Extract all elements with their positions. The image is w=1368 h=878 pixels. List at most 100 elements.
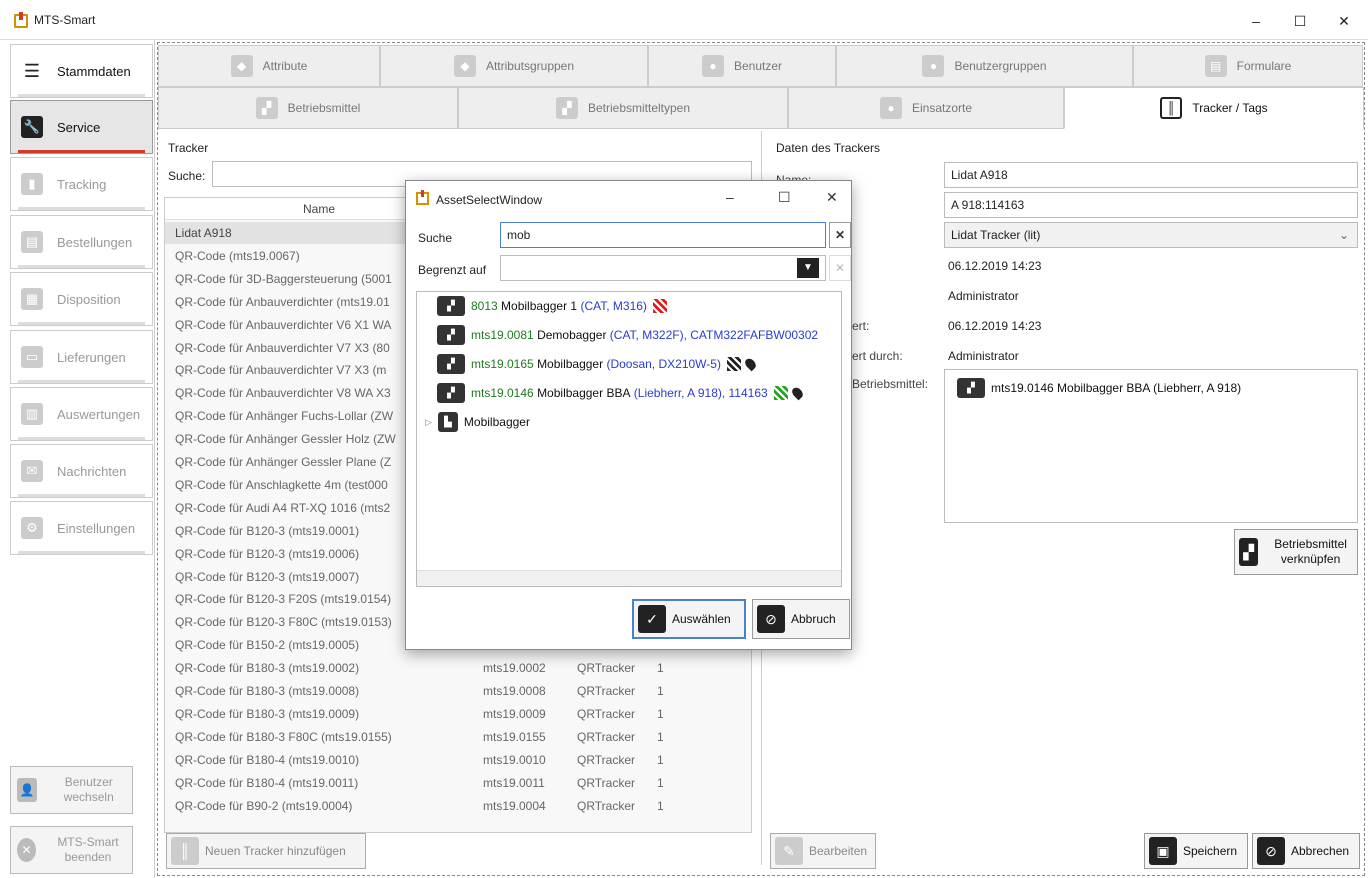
row-type: QRTracker [577, 729, 636, 744]
sidebar-item-bestellungen[interactable]: ▤ Bestellungen [10, 215, 153, 269]
link-asset-button[interactable]: ▞ Betriebsmittel verknüpfen [1234, 529, 1358, 575]
table-row[interactable]: QR-Code für B120-3 (mts19.0007) [175, 566, 359, 588]
horizontal-scrollbar[interactable] [417, 570, 841, 586]
dialog-minimize-button[interactable]: – [726, 189, 734, 205]
tree-item[interactable]: ▞ mts19.0081 Demobagger (CAT, M322F), CAT… [437, 323, 818, 347]
disposition-icon: ▦ [21, 288, 43, 310]
table-row[interactable]: QR-Code (mts19.0067) [175, 245, 300, 267]
table-row[interactable]: QR-Code für Anhänger Gessler Plane (Z [175, 451, 391, 473]
table-row[interactable]: QR-Code für Anbauverdichter V7 X3 (m [175, 359, 386, 381]
tree-item[interactable]: ▞ 8013 Mobilbagger 1 (CAT, M316) [437, 294, 667, 318]
table-row[interactable]: QR-Code für Anhänger Gessler Holz (ZW [175, 428, 396, 450]
table-row[interactable]: QR-Code für B120-3 (mts19.0001) [175, 520, 359, 542]
table-row[interactable]: QR-Code für Anschlagkette 4m (test000 [175, 474, 388, 496]
tab-benutzer[interactable]: ● Benutzer [648, 45, 836, 87]
table-row[interactable]: QR-Code für B180-3 F80C (mts19.0155) [175, 726, 392, 748]
close-button[interactable]: ✕ [1324, 8, 1364, 34]
table-row[interactable]: QR-Code für B180-3 (mts19.0009) [175, 703, 359, 725]
location-pin-icon [743, 356, 758, 372]
dialog-maximize-button[interactable]: ☐ [778, 189, 791, 206]
tab-attribute[interactable]: ◆ Attribute [158, 45, 380, 87]
mail-icon: ✉ [21, 460, 43, 482]
cancel-button[interactable]: ⊘ Abbrechen [1252, 833, 1360, 869]
details-title: Daten des Trackers [776, 141, 881, 155]
dialog-close-button[interactable]: ✕ [826, 189, 838, 206]
changed-label: ert: [852, 319, 870, 333]
add-tracker-button[interactable]: ║ Neuen Tracker hinzufügen [166, 833, 366, 869]
table-row[interactable]: QR-Code für B180-4 (mts19.0010) [175, 749, 359, 771]
tab-formulare[interactable]: ▤ Formulare [1133, 45, 1363, 87]
asset-label: Betriebsmittel: [852, 377, 929, 391]
linked-assets-list[interactable]: ▞ mts19.0146 Mobilbagger BBA (Liebherr, A… [944, 369, 1358, 523]
sidebar-item-auswertungen[interactable]: ▥ Auswertungen [10, 387, 153, 441]
asset-tree[interactable]: ▞ 8013 Mobilbagger 1 (CAT, M316) ▞ mts19.0… [416, 291, 842, 587]
row-count: 1 [657, 752, 664, 767]
sidebar-item-einstellungen[interactable]: ⚙ Einstellungen [10, 501, 153, 555]
edit-button[interactable]: ✎ Bearbeiten [770, 833, 876, 869]
tab-tracker-tags[interactable]: ║ Tracker / Tags [1064, 87, 1364, 129]
quit-button[interactable]: ✕ MTS-Smart beenden [10, 826, 133, 874]
sidebar: ☰ Stammdaten 🔧 Service ▮ Tracking ▤ Bestellu… [0, 40, 155, 878]
table-row[interactable]: QR-Code für B120-3 F80C (mts19.0153) [175, 611, 392, 633]
row-code: mts19.0004 [483, 798, 546, 813]
select-button[interactable]: ✓ Auswählen [632, 599, 746, 639]
table-row[interactable]: QR-Code für Anbauverdichter V6 X1 WA [175, 314, 391, 336]
tree-group[interactable]: ▷ ▙ Mobilbagger [425, 410, 530, 434]
row-code: mts19.0002 [483, 661, 546, 676]
tracker-type-select[interactable]: Lidat Tracker (lit) ⌄ [944, 222, 1358, 248]
table-row[interactable]: QR-Code für Anhänger Fuchs-Lollar (ZW [175, 405, 393, 427]
title-bar: MTS-Smart – ☐ ✕ [0, 0, 1368, 40]
tab-betriebsmittel[interactable]: ▞ Betriebsmittel [158, 87, 458, 129]
sidebar-item-service[interactable]: 🔧 Service [10, 100, 153, 154]
switch-user-button[interactable]: 👤 Benutzer wechseln [10, 766, 133, 814]
clear-search-button[interactable]: ✕ [829, 222, 851, 248]
table-row[interactable]: QR-Code für B180-3 (mts19.0002) [175, 657, 359, 679]
table-row[interactable]: QR-Code für Anbauverdichter (mts19.01 [175, 291, 390, 313]
changed-by-label: ert durch: [852, 349, 903, 363]
table-row[interactable]: QR-Code für B120-3 F20S (mts19.0154) [175, 588, 391, 610]
id-field[interactable]: A 918:114163 [944, 192, 1358, 218]
created-by-value: Administrator [948, 289, 1019, 303]
dialog-search-input[interactable]: mob [500, 222, 826, 248]
gear-icon: ⚙ [21, 517, 43, 539]
limit-select[interactable] [500, 255, 826, 281]
sidebar-item-stammdaten[interactable]: ☰ Stammdaten [10, 44, 153, 98]
row-type: QRTracker [577, 752, 636, 767]
sidebar-item-disposition[interactable]: ▦ Disposition [10, 272, 153, 326]
table-row[interactable]: QR-Code für B120-3 (mts19.0006) [175, 543, 359, 565]
chart-icon: ▥ [21, 403, 43, 425]
clear-limit-button[interactable]: ✕ [829, 255, 851, 281]
maximize-button[interactable]: ☐ [1280, 8, 1320, 34]
row-count: 1 [657, 775, 664, 790]
sidebar-item-tracking[interactable]: ▮ Tracking [10, 157, 153, 211]
qr-code-icon [726, 357, 741, 371]
table-row[interactable]: QR-Code für B90-2 (mts19.0004) [175, 795, 352, 817]
linked-asset-item[interactable]: ▞ mts19.0146 Mobilbagger BBA (Liebherr, A… [957, 376, 1241, 400]
tab-benutzergruppen[interactable]: ● Benutzergruppen [836, 45, 1133, 87]
name-field[interactable]: Lidat A918 [944, 162, 1358, 188]
tab-betriebsmitteltypen[interactable]: ▞ Betriebsmitteltypen [458, 87, 788, 129]
table-row[interactable]: QR-Code für Anbauverdichter V8 WA X3 [175, 382, 391, 404]
excavator-add-icon: ▞ [1239, 538, 1259, 566]
tab-attributsgruppen[interactable]: ◆ Attributsgruppen [380, 45, 648, 87]
table-row[interactable]: QR-Code für Audi A4 RT-XQ 1016 (mts2 [175, 497, 390, 519]
save-button[interactable]: ▣ Speichern [1144, 833, 1248, 869]
table-row[interactable]: QR-Code für B180-3 (mts19.0008) [175, 680, 359, 702]
tree-item[interactable]: ▞ mts19.0165 Mobilbagger (Doosan, DX210W-… [437, 352, 758, 376]
quit-icon: ✕ [17, 838, 36, 862]
tab-einsatzorte[interactable]: ● Einsatzorte [788, 87, 1064, 129]
wrench-icon: 🔧 [21, 116, 43, 138]
sidebar-item-nachrichten[interactable]: ✉ Nachrichten [10, 444, 153, 498]
chevron-down-icon[interactable]: ▼ [797, 258, 819, 278]
expand-arrow-icon[interactable]: ▷ [425, 417, 432, 428]
qr-code-icon [652, 299, 667, 313]
minimize-button[interactable]: – [1236, 8, 1276, 34]
sidebar-item-lieferungen[interactable]: ▭ Lieferungen [10, 330, 153, 384]
barcode-icon: ║ [1160, 97, 1183, 119]
tree-item[interactable]: ▞ mts19.0146 Mobilbagger BBA (Liebherr, A… [437, 381, 805, 405]
table-row[interactable]: QR-Code für B150-2 (mts19.0005) [175, 634, 359, 656]
table-row[interactable]: QR-Code für Anbauverdichter V7 X3 (80 [175, 337, 390, 359]
table-row[interactable]: QR-Code für B180-4 (mts19.0011) [175, 772, 358, 794]
abort-button[interactable]: ⊘ Abbruch [752, 599, 850, 639]
table-row[interactable]: QR-Code für 3D-Baggersteuerung (5001 [175, 268, 392, 290]
